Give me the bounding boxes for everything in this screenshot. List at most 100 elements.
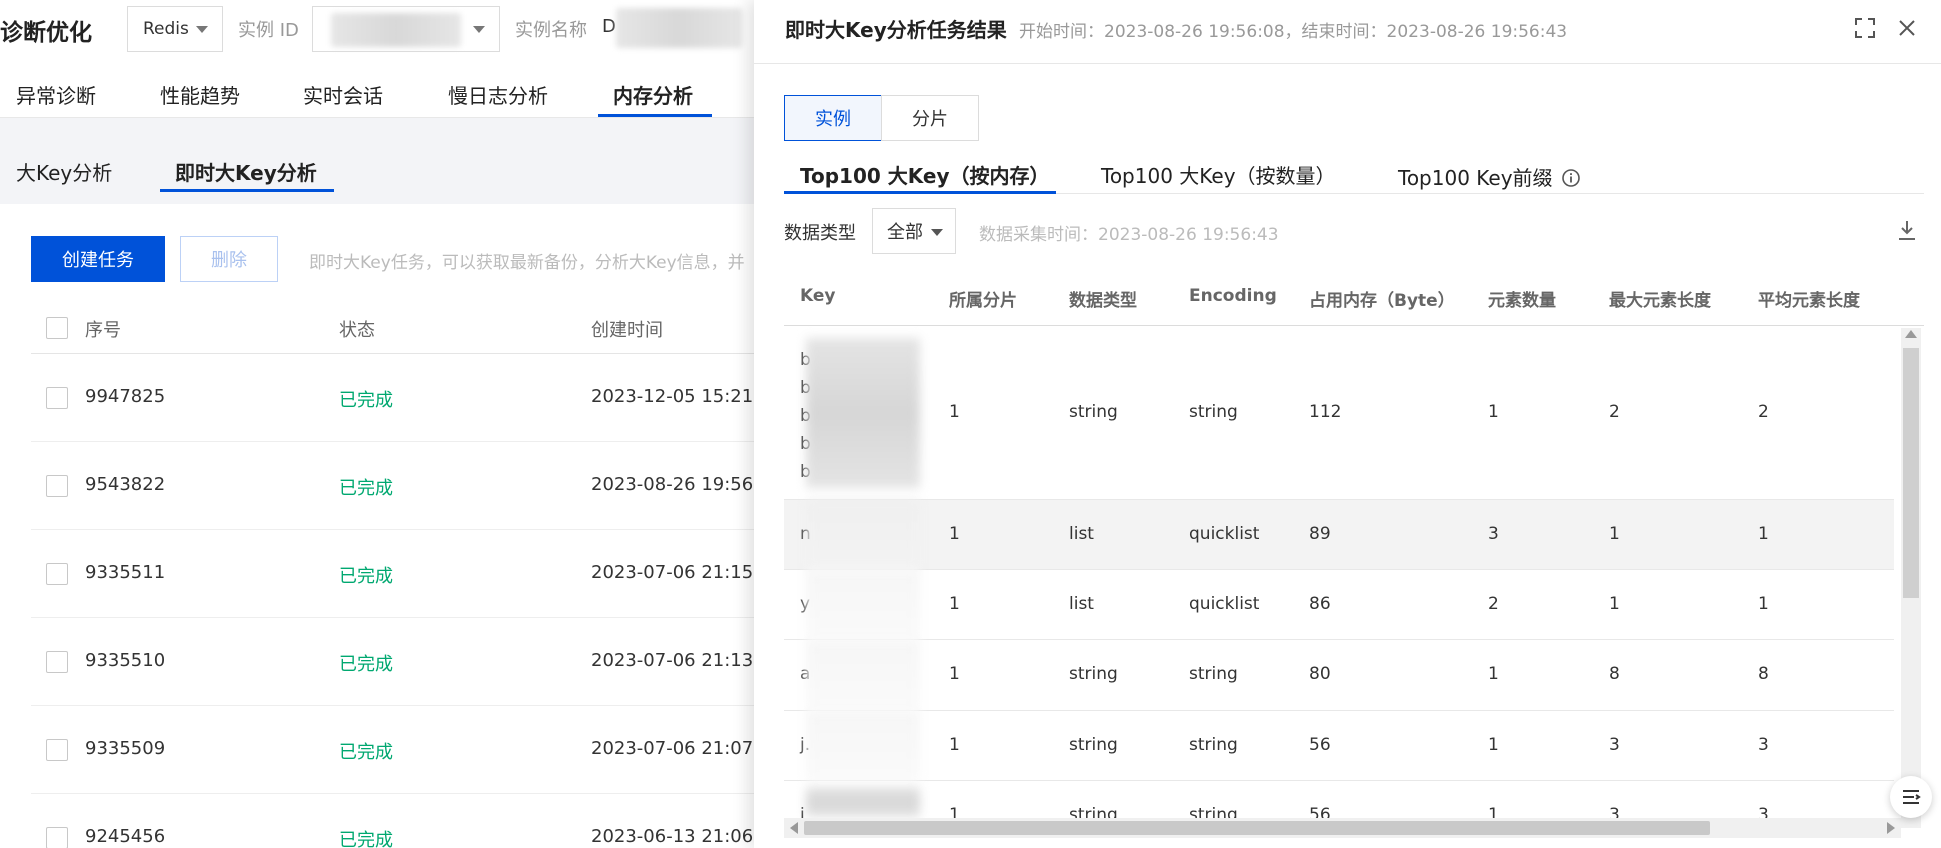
close-icon[interactable] — [1893, 14, 1921, 42]
table-row[interactable]: b b b b b 1 string string 112 1 2 2 — [784, 326, 1894, 500]
element-count-cell: 1 — [1488, 735, 1499, 755]
drawer-header: 即时大Key分析任务结果 开始时间：2023-08-26 19:56:08，结束… — [754, 0, 1941, 64]
segment-shard[interactable]: 分片 — [881, 95, 979, 141]
tab-anomaly-diagnosis[interactable]: 异常诊断 — [16, 80, 96, 109]
task-table-row[interactable]: 9543822 已完成 2023-08-26 19:56:08 — [31, 442, 782, 530]
vertical-scrollbar[interactable] — [1901, 328, 1921, 828]
row-checkbox[interactable] — [46, 475, 68, 497]
fullscreen-icon[interactable] — [1851, 14, 1879, 42]
encoding-cell: quicklist — [1189, 594, 1260, 614]
encoding-cell: string — [1189, 735, 1238, 755]
result-tabs: Top100 大Key（按内存） Top100 大Key（按数量） Top100… — [784, 156, 1924, 194]
table-row[interactable]: y 1 list quicklist 86 2 1 1 — [784, 570, 1894, 640]
column-header-status: 状态 — [339, 320, 375, 341]
tab-memory-analysis[interactable]: 内存分析 — [613, 80, 693, 109]
instance-id-mask — [331, 13, 461, 47]
select-all-checkbox[interactable] — [46, 317, 68, 339]
element-count-cell: 2 — [1488, 594, 1499, 614]
segment-instance[interactable]: 实例 — [784, 95, 882, 141]
shard-cell: 1 — [949, 594, 960, 614]
db-type-value: Redis — [143, 19, 189, 39]
column-header-id: 序号 — [85, 320, 121, 341]
task-table-row[interactable]: 9335510 已完成 2023-07-06 21:13:09 — [31, 618, 782, 706]
row-checkbox[interactable] — [46, 387, 68, 409]
instance-id-select[interactable] — [312, 6, 500, 52]
shard-cell: 1 — [949, 664, 960, 684]
scroll-left-icon[interactable] — [790, 822, 798, 834]
data-type-cell: string — [1069, 664, 1118, 684]
table-row[interactable]: j. 1 string string 56 1 3 3 — [784, 711, 1894, 781]
tab-performance-trend[interactable]: 性能趋势 — [160, 80, 240, 109]
row-checkbox[interactable] — [46, 827, 68, 848]
status-badge: 已完成 — [339, 742, 393, 763]
avg-element-length-cell: 8 — [1758, 664, 1769, 684]
sub-tab-strip — [0, 118, 760, 204]
info-icon[interactable] — [1561, 168, 1581, 188]
collect-time: 数据采集时间：2023-08-26 19:56:43 — [979, 225, 1279, 245]
column-header-memory: 占用内存（Byte） — [1309, 291, 1455, 311]
memory-cell: 80 — [1309, 664, 1331, 684]
active-tab-indicator — [598, 114, 712, 117]
task-id: 9335509 — [85, 738, 166, 759]
row-checkbox[interactable] — [46, 651, 68, 673]
task-id: 9245456 — [85, 826, 166, 847]
task-table-row[interactable]: 9335511 已完成 2023-07-06 21:15:18 — [31, 530, 782, 618]
scroll-up-icon[interactable] — [1905, 330, 1917, 338]
instance-name-value: D — [602, 16, 616, 37]
tab-top100-by-memory[interactable]: Top100 大Key（按内存） — [800, 160, 1050, 189]
create-task-button[interactable]: 创建任务 — [31, 236, 165, 282]
key-redaction — [806, 500, 920, 570]
task-id: 9947825 — [85, 386, 166, 407]
column-header-created-time: 创建时间 — [591, 320, 663, 341]
status-badge: 已完成 — [339, 390, 393, 411]
shard-cell: 1 — [949, 735, 960, 755]
key-redaction — [806, 640, 920, 711]
data-type-select[interactable]: 全部 — [872, 208, 956, 254]
instance-id-label: 实例 ID — [238, 20, 299, 41]
task-table-row[interactable]: 9335509 已完成 2023-07-06 21:07:02 — [31, 706, 782, 794]
column-header-data-type: 数据类型 — [1069, 291, 1137, 311]
task-id: 9335511 — [85, 562, 166, 583]
status-badge: 已完成 — [339, 478, 393, 499]
horizontal-scroll-thumb[interactable] — [804, 821, 1710, 835]
horizontal-scrollbar[interactable] — [784, 818, 1901, 838]
element-count-cell: 3 — [1488, 524, 1499, 544]
subtab-instant-bigkey-analysis[interactable]: 即时大Key分析 — [175, 157, 317, 186]
row-checkbox[interactable] — [46, 739, 68, 761]
db-type-select[interactable]: Redis — [127, 6, 223, 52]
column-header-key: Key — [800, 286, 836, 306]
key-redaction — [806, 338, 920, 488]
vertical-scroll-thumb[interactable] — [1903, 348, 1919, 598]
tab-top100-key-prefix[interactable]: Top100 Key前缀 — [1398, 162, 1581, 191]
table-row[interactable]: n 1 list quicklist 89 3 1 1 — [784, 500, 1894, 570]
tab-slowlog-analysis[interactable]: 慢日志分析 — [448, 80, 548, 109]
memory-cell: 89 — [1309, 524, 1331, 544]
download-icon[interactable] — [1896, 218, 1918, 242]
subtab-bigkey-analysis[interactable]: 大Key分析 — [16, 157, 112, 186]
tab-realtime-session[interactable]: 实时会话 — [303, 80, 383, 109]
scroll-right-icon[interactable] — [1887, 822, 1895, 834]
tab-top100-by-count[interactable]: Top100 大Key（按数量） — [1101, 160, 1336, 189]
column-header-avg-element-length: 平均元素长度 — [1758, 291, 1860, 311]
element-count-cell: 1 — [1488, 664, 1499, 684]
key-redaction — [806, 787, 920, 817]
menu-icon[interactable] — [1890, 776, 1932, 818]
active-tab-indicator — [784, 191, 1056, 194]
task-table-header: 序号 状态 创建时间 — [31, 302, 760, 354]
encoding-cell: string — [1189, 664, 1238, 684]
scope-segmented-control: 实例 分片 — [784, 95, 979, 141]
encoding-cell: string — [1189, 402, 1238, 422]
delete-button[interactable]: 删除 — [180, 236, 278, 282]
avg-element-length-cell: 2 — [1758, 402, 1769, 422]
max-element-length-cell: 2 — [1609, 402, 1620, 422]
table-row[interactable]: a 1 string string 80 1 8 8 — [784, 640, 1894, 711]
bigkey-table: Key 所属分片 数据类型 Encoding 占用内存（Byte） 元素数量 最… — [784, 270, 1924, 848]
background-page: 诊断优化 Redis 实例 ID 实例名称 D 异常诊断 性能趋势 实时会话 慢… — [0, 0, 782, 848]
task-table-row[interactable]: 9947825 已完成 2023-12-05 15:21:15 — [31, 354, 782, 442]
data-type-cell: list — [1069, 594, 1094, 614]
data-type-cell: string — [1069, 402, 1118, 422]
task-table-row[interactable]: 9245456 已完成 2023-06-13 21:06:03 — [31, 794, 782, 848]
row-checkbox[interactable] — [46, 563, 68, 585]
max-element-length-cell: 8 — [1609, 664, 1620, 684]
chevron-down-icon — [931, 229, 943, 236]
